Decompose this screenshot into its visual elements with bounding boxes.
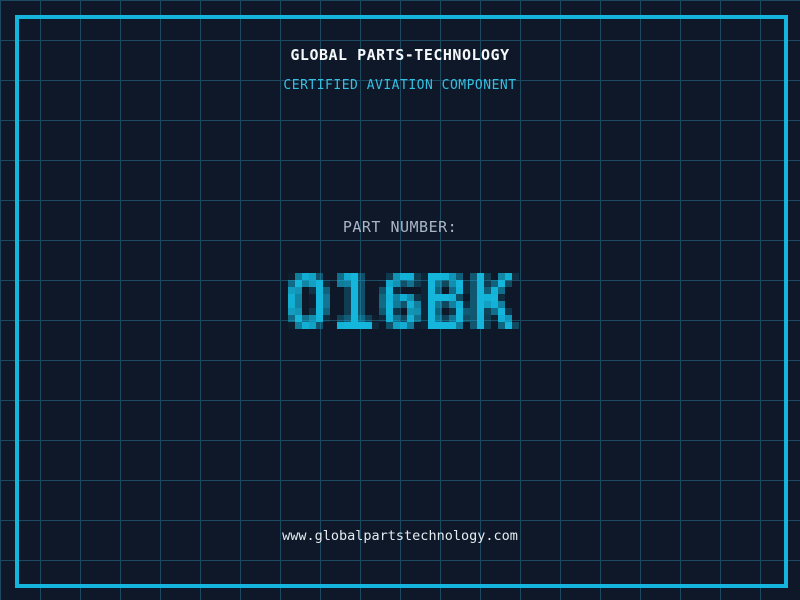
part-number-display bbox=[274, 259, 526, 350]
company-name: GLOBAL PARTS-TECHNOLOGY bbox=[290, 46, 510, 64]
website-url: www.globalpartstechnology.com bbox=[282, 528, 518, 544]
certification-subtitle: CERTIFIED AVIATION COMPONENT bbox=[283, 78, 517, 93]
part-number-label: PART NUMBER: bbox=[342, 218, 458, 236]
